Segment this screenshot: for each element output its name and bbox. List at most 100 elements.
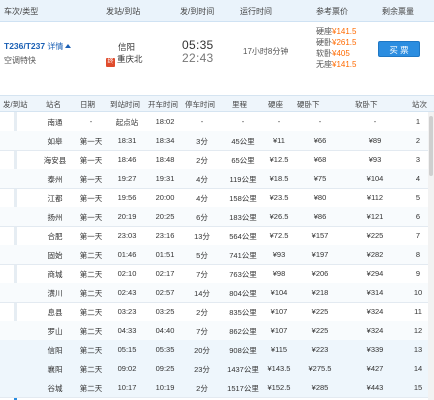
- stop-cell-stay: 4分: [196, 175, 208, 184]
- stop-cell-order: 9: [415, 269, 421, 278]
- stop-cell-hard-sleeper: ¥68: [313, 155, 327, 164]
- stop-cell-stay: 13分: [194, 232, 210, 241]
- stop-cell-distance: 564公里: [229, 232, 257, 241]
- chevron-up-icon: [65, 44, 72, 48]
- stop-cell-soft-sleeper: ¥104: [366, 174, 384, 183]
- stop-cell-depart: 19:31: [155, 174, 175, 183]
- stop-row: 泰州 第一天 19:27 19:31 4分 119公里 ¥18.5 ¥75 ¥104 4: [0, 169, 434, 189]
- stop-col-date: 日期: [80, 100, 95, 109]
- stop-cell-hard-seat: ¥115: [270, 345, 288, 354]
- stop-cell-distance: 835公里: [229, 308, 257, 317]
- detail-link[interactable]: 详情: [47, 42, 72, 51]
- stop-table-header: 发/到站 站名 日期 到站时间 开车时间 停车时间 里程 硬座 硬卧下 软卧下 …: [0, 95, 434, 112]
- stop-cell-depart: 10:19: [155, 383, 175, 392]
- scrollbar-thumb[interactable]: [429, 116, 433, 176]
- stop-cell-hard-sleeper: ¥66: [313, 136, 327, 145]
- detail-label: 详情: [47, 42, 64, 51]
- stop-cell-stay: 5分: [196, 251, 208, 260]
- stop-cell-order: 11: [414, 307, 422, 316]
- stop-row: 合肥 第一天 23:03 23:16 13分 564公里 ¥72.5 ¥157 ¥225 7: [0, 226, 434, 246]
- stop-cell-station: 南通: [47, 118, 63, 127]
- stop-cell-date: 第二天: [79, 327, 103, 336]
- stop-cell-depart: 02:17: [155, 269, 175, 278]
- stop-col-hard-seat: 硬座: [268, 100, 283, 109]
- stop-row: 江都 第一天 19:56 20:00 4分 158公里 ¥23.5 ¥80 ¥112 5: [0, 188, 434, 208]
- stop-cell-order: 6: [415, 212, 421, 221]
- stop-cell-hard-sleeper: ¥223: [311, 345, 329, 354]
- stop-cell-order: 5: [415, 193, 421, 202]
- stop-cell-station: 罗山: [47, 327, 63, 336]
- stop-cell-arrive: 20:19: [117, 212, 137, 221]
- stop-cell-order: 15: [413, 383, 423, 392]
- stop-cell-station: 商城: [47, 270, 63, 279]
- buy-ticket-button[interactable]: 买 票: [378, 41, 420, 57]
- stop-cell-arrive: 起点站: [115, 118, 139, 127]
- stop-cell-hard-sleeper: ¥225: [311, 326, 329, 335]
- stop-cell-station: 扬州: [47, 213, 63, 222]
- stop-cell-hard-sleeper: ¥218: [311, 288, 329, 297]
- stop-cell-distance: 183公里: [229, 213, 257, 222]
- stop-cell-depart: 18:34: [155, 136, 175, 145]
- to-station: 重庆北: [117, 54, 143, 64]
- stop-cell-stay: 7分: [196, 270, 208, 279]
- stop-cell-station: 固始: [47, 251, 63, 260]
- stop-row: 扬州 第一天 20:19 20:25 6分 183公里 ¥26.5 ¥86 ¥121 6: [0, 207, 434, 227]
- stop-cell-date: 第一天: [79, 213, 103, 222]
- stop-cell-depart: 09:25: [155, 364, 175, 373]
- stop-cell-hard-sleeper: ¥80: [313, 193, 327, 202]
- stop-cell-soft-sleeper: ¥112: [366, 193, 384, 202]
- stop-cell-order: 10: [413, 288, 423, 297]
- stop-cell-station: 潢川: [47, 289, 63, 298]
- arrive-time: 22:43: [182, 51, 214, 65]
- train-number-link[interactable]: T236/T237: [4, 41, 45, 51]
- stop-cell-station: 信阳: [47, 346, 63, 355]
- stop-cell-hard-seat: ¥152.5: [267, 383, 291, 392]
- stop-cell-arrive: 18:46: [117, 155, 137, 164]
- stop-cell-date: 第二天: [79, 308, 103, 317]
- stop-cell-order: 4: [415, 174, 421, 183]
- stop-cell-arrive: 18:31: [117, 136, 137, 145]
- stop-cell-date: 第二天: [79, 289, 103, 298]
- stop-cell-order: 7: [415, 231, 421, 240]
- stop-cell-hard-seat: ¥12.5: [269, 155, 289, 164]
- price-no-seat: 无座¥141.5: [316, 60, 357, 69]
- train-row: T236/T237 详情 空调特快 信阳 终重庆北 05:35 22:43 17…: [0, 22, 434, 80]
- stop-row: 南通 - 起点站 18:02 - - - - - 1: [0, 112, 434, 132]
- price-soft-sleeper: 软卧¥405: [316, 49, 350, 58]
- stop-cell-distance: 1517公里: [227, 384, 259, 393]
- stop-cell-distance: 158公里: [229, 194, 257, 203]
- stop-cell-stay: 7分: [196, 327, 208, 336]
- col-times: 发/到时间: [180, 7, 215, 16]
- stop-cell-depart: 18:48: [155, 155, 175, 164]
- terminal-badge: 终: [106, 58, 115, 67]
- stop-row: 罗山 第二天 04:33 04:40 7分 862公里 ¥107 ¥225 ¥324 12: [0, 321, 434, 341]
- stop-cell-stay: 23分: [194, 365, 210, 374]
- stop-cell-station: 泰州: [47, 175, 63, 184]
- stop-cell-depart: 20:25: [155, 212, 175, 221]
- stop-cell-soft-sleeper: ¥443: [366, 383, 384, 392]
- stop-row: 襄阳 第二天 09:02 09:25 23分 1437公里 ¥143.5 ¥275.5 ¥427…: [0, 359, 434, 379]
- stop-col-stay: 停车时间: [185, 100, 215, 109]
- stop-cell-distance: 741公里: [229, 251, 257, 260]
- stop-cell-hard-seat: ¥107: [270, 326, 288, 335]
- col-train-type: 车次/类型: [4, 7, 39, 16]
- stop-cell-stay: 2分: [196, 384, 208, 393]
- stop-cell-date: 第一天: [79, 194, 103, 203]
- stop-cell-arrive: 04:33: [117, 326, 137, 335]
- stop-cell-arrive: 02:43: [117, 288, 137, 297]
- price-list: 硬座¥141.5 硬卧¥261.5 软卧¥405 无座¥141.5: [316, 26, 356, 70]
- run-duration: 17小时8分钟: [243, 47, 289, 56]
- stop-row: 谷城 第二天 10:17 10:19 2分 1517公里 ¥152.5 ¥285 ¥443 15: [0, 378, 434, 398]
- stop-cell-distance: 763公里: [229, 270, 257, 279]
- stop-cell-stay: 4分: [196, 194, 208, 203]
- stop-cell-soft-sleeper: ¥89: [368, 136, 382, 145]
- stop-col-order: 站次: [412, 100, 427, 109]
- stop-cell-depart: 01:51: [155, 250, 175, 259]
- stop-cell-hard-seat: ¥93: [272, 250, 286, 259]
- stop-cell-distance: 908公里: [229, 346, 257, 355]
- stop-cell-station: 海安县: [43, 156, 67, 165]
- stop-cell-station: 合肥: [47, 232, 63, 241]
- col-remaining: 剩余票量: [382, 7, 414, 16]
- stop-cell-depart: 04:40: [155, 326, 175, 335]
- stop-cell-date: 第一天: [79, 137, 103, 146]
